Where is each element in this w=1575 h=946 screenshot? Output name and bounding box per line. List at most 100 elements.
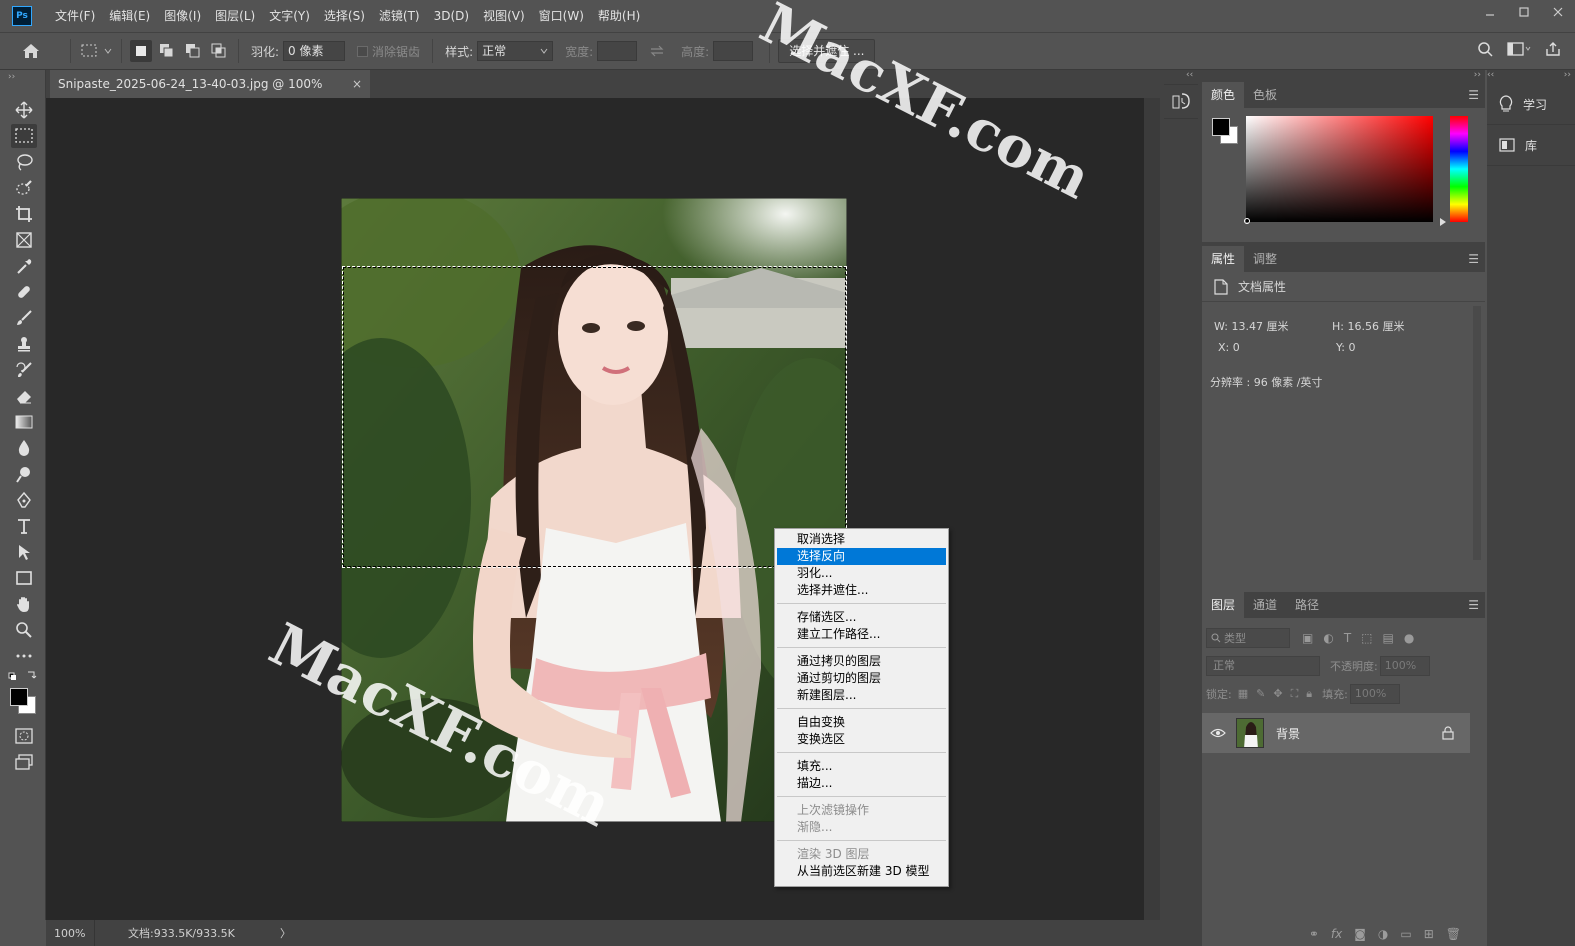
context-menu-item[interactable]: 变换选区 bbox=[777, 731, 946, 748]
frame-tool[interactable] bbox=[11, 228, 37, 252]
opacity-input[interactable]: 100% bbox=[1379, 656, 1430, 676]
menu-select[interactable]: 选择(S) bbox=[317, 0, 372, 32]
search-icon[interactable] bbox=[1477, 41, 1493, 57]
dodge-tool[interactable] bbox=[11, 462, 37, 486]
menu-3d[interactable]: 3D(D) bbox=[427, 0, 476, 32]
prop-x-value[interactable]: 0 bbox=[1233, 341, 1240, 354]
chevron-down-icon[interactable] bbox=[103, 46, 113, 56]
context-menu-item[interactable]: 选择反向 bbox=[777, 548, 946, 565]
context-menu-item[interactable]: 描边... bbox=[777, 775, 946, 792]
path-selection-tool[interactable] bbox=[11, 540, 37, 564]
filter-shape-icon[interactable]: ⬚ bbox=[1361, 631, 1372, 645]
antialias-checkbox[interactable] bbox=[357, 45, 369, 57]
eraser-tool[interactable] bbox=[11, 384, 37, 408]
menu-filter[interactable]: 滤镜(T) bbox=[372, 0, 427, 32]
menu-image[interactable]: 图像(I) bbox=[157, 0, 208, 32]
layer-row[interactable]: 背景 bbox=[1202, 713, 1470, 753]
filter-toggle-icon[interactable]: ● bbox=[1404, 631, 1414, 645]
hue-slider[interactable] bbox=[1450, 116, 1468, 222]
rectangle-tool[interactable] bbox=[11, 566, 37, 590]
brush-tool[interactable] bbox=[11, 306, 37, 330]
lock-pixels-icon[interactable]: ✎ bbox=[1256, 687, 1265, 701]
tab-channels[interactable]: 通道 bbox=[1244, 592, 1286, 618]
context-menu-item[interactable]: 存储选区... bbox=[777, 609, 946, 626]
context-menu-item[interactable]: 从当前选区新建 3D 模型 bbox=[777, 863, 946, 880]
lasso-tool[interactable] bbox=[11, 150, 37, 174]
quick-selection-tool[interactable] bbox=[11, 176, 37, 200]
prop-w-value[interactable]: 13.47 厘米 bbox=[1231, 320, 1288, 333]
swap-arrows-icon[interactable] bbox=[649, 45, 665, 57]
context-menu-item[interactable]: 通过剪切的图层 bbox=[777, 670, 946, 687]
layer-filter-select[interactable]: 类型 bbox=[1206, 628, 1290, 648]
move-tool[interactable] bbox=[11, 98, 37, 122]
history-panel-button[interactable] bbox=[1172, 92, 1190, 115]
new-group-icon[interactable]: ▭ bbox=[1400, 927, 1411, 941]
eyedropper-tool[interactable] bbox=[11, 254, 37, 278]
crop-tool[interactable] bbox=[11, 202, 37, 226]
context-menu-item[interactable]: 取消选择 bbox=[777, 531, 946, 548]
collapse-arrows-icon[interactable]: ‹‹ bbox=[1487, 70, 1494, 80]
panel-menu-icon[interactable]: ☰ bbox=[1468, 592, 1479, 618]
tab-color[interactable]: 颜色 bbox=[1202, 82, 1245, 108]
foreground-color-swatch[interactable] bbox=[1212, 118, 1230, 136]
blend-mode-select[interactable]: 正常 bbox=[1206, 656, 1320, 676]
photoshop-logo-icon[interactable]: Ps bbox=[12, 6, 32, 26]
color-picker-field[interactable] bbox=[1244, 116, 1433, 224]
screen-mode-button[interactable] bbox=[11, 750, 37, 774]
feather-input[interactable]: 0 像素 bbox=[283, 41, 346, 61]
lock-transparent-icon[interactable]: ▦ bbox=[1238, 687, 1248, 701]
home-button[interactable] bbox=[0, 43, 62, 59]
filter-type-icon[interactable]: T bbox=[1344, 631, 1351, 645]
marquee-preset-button[interactable] bbox=[79, 40, 101, 62]
subtract-selection-button[interactable] bbox=[182, 40, 204, 62]
menu-help[interactable]: 帮助(H) bbox=[591, 0, 647, 32]
vertical-scrollbar[interactable] bbox=[1144, 98, 1160, 920]
collapse-arrows-icon[interactable]: ‹‹ bbox=[1186, 70, 1193, 80]
context-menu-item[interactable]: 通过拷贝的图层 bbox=[777, 653, 946, 670]
width-input[interactable] bbox=[597, 41, 638, 61]
clone-stamp-tool[interactable] bbox=[11, 332, 37, 356]
menu-window[interactable]: 窗口(W) bbox=[532, 0, 591, 32]
prop-y-value[interactable]: 0 bbox=[1348, 341, 1355, 354]
tab-swatches[interactable]: 色板 bbox=[1244, 82, 1286, 108]
context-menu-item[interactable]: 羽化... bbox=[777, 565, 946, 582]
document-tab[interactable]: Snipaste_2025-06-24_13-40-03.jpg @ 100%(… bbox=[50, 70, 370, 119]
context-menu-item[interactable]: 建立工作路径... bbox=[777, 626, 946, 643]
history-brush-tool[interactable] bbox=[11, 358, 37, 382]
reset-swap-colors-icon[interactable] bbox=[8, 670, 38, 682]
close-tab-icon[interactable]: × bbox=[352, 70, 362, 98]
selection-marquee[interactable] bbox=[342, 266, 847, 568]
tab-layers[interactable]: 图层 bbox=[1202, 592, 1245, 618]
type-tool[interactable] bbox=[11, 514, 37, 538]
delete-layer-icon[interactable]: 🗑︎ bbox=[1446, 927, 1461, 941]
select-and-mask-button[interactable]: 选择并遮住 ... bbox=[778, 39, 876, 63]
fill-input[interactable]: 100% bbox=[1349, 684, 1400, 704]
style-select[interactable]: 正常 bbox=[477, 41, 554, 61]
share-icon[interactable] bbox=[1545, 41, 1561, 57]
menu-view[interactable]: 视图(V) bbox=[476, 0, 532, 32]
minimize-button[interactable] bbox=[1473, 0, 1507, 24]
color-swatches[interactable] bbox=[8, 686, 40, 718]
expand-arrows-icon[interactable]: ›› bbox=[1474, 70, 1481, 80]
zoom-level[interactable]: 100% bbox=[46, 927, 94, 940]
panel-menu-icon[interactable]: ☰ bbox=[1468, 82, 1479, 108]
hue-slider-handle[interactable] bbox=[1440, 218, 1446, 226]
workspace-icon[interactable] bbox=[1507, 41, 1531, 57]
layer-style-icon[interactable]: fx bbox=[1331, 927, 1342, 941]
hand-tool[interactable] bbox=[11, 592, 37, 616]
new-selection-button[interactable] bbox=[130, 40, 152, 62]
close-window-button[interactable] bbox=[1541, 0, 1575, 24]
color-panel-swatches[interactable] bbox=[1210, 116, 1242, 148]
lock-position-icon[interactable]: ✥ bbox=[1273, 687, 1282, 701]
menu-edit[interactable]: 编辑(E) bbox=[102, 0, 157, 32]
color-picker-cursor[interactable] bbox=[1244, 218, 1250, 224]
status-menu-arrow[interactable]: 〉 bbox=[270, 925, 291, 941]
tab-adjustments[interactable]: 调整 bbox=[1244, 246, 1286, 272]
side-item-learn[interactable]: 学习 bbox=[1487, 86, 1575, 122]
layer-name[interactable]: 背景 bbox=[1276, 725, 1300, 742]
context-menu-item[interactable]: 新建图层... bbox=[777, 687, 946, 704]
add-selection-button[interactable] bbox=[156, 40, 178, 62]
lock-artboard-icon[interactable]: ⛶ bbox=[1291, 687, 1299, 701]
gradient-tool[interactable] bbox=[11, 410, 37, 434]
adjustment-layer-icon[interactable]: ◑ bbox=[1378, 927, 1388, 941]
